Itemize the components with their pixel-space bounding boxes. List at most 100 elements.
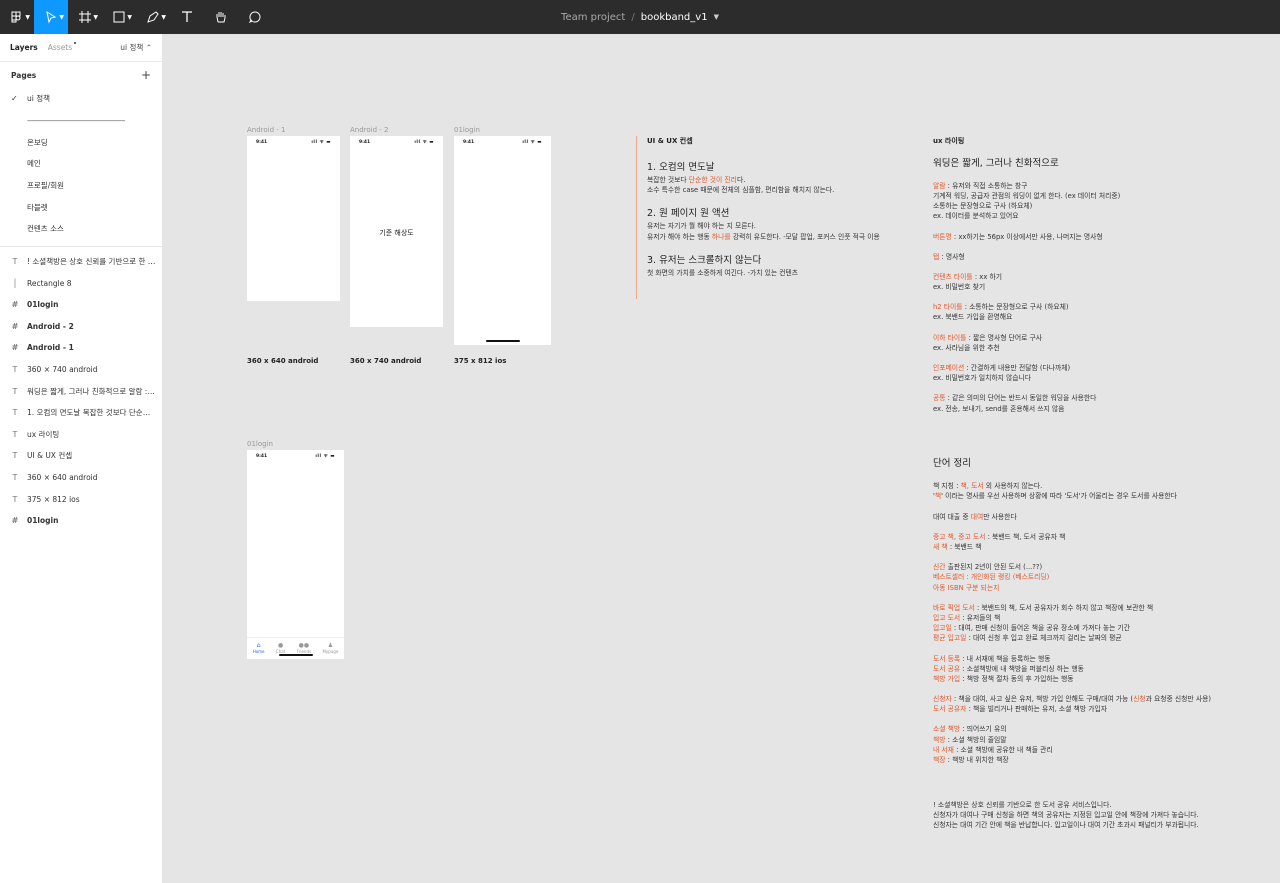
layer-item-label: ! 소셜책방은 상호 신뢰를 기반으로 한 도... — [27, 257, 157, 267]
glossary-line: 신간 출판된지 2년이 안된 도서 (...??) — [933, 562, 1273, 572]
glossary-title: 단어 정리 — [933, 458, 971, 469]
tab-mypage[interactable]: ♟ Mypage — [322, 642, 338, 654]
concept-title: UI & UX 컨셉 — [647, 137, 693, 145]
ux-button: 버튼명 : xx하기는 56px 이상에서만 사용, 나머지는 명사형 — [933, 232, 1253, 242]
layer-item[interactable]: │ Rectangle 8 — [0, 272, 162, 294]
page-item[interactable]: 컨텐츠 소스 — [0, 218, 162, 240]
frame-label-01login-2[interactable]: 01login — [247, 440, 273, 448]
status-icons: ıll ᯤ ▬ — [522, 140, 542, 145]
layer-item[interactable]: # Android - 1 — [0, 337, 162, 359]
status-icons: ıll ᯤ ▬ — [311, 140, 331, 145]
layer-item[interactable]: T 워딩은 짧게, 그러나 친화적으로 알람 : 유... — [0, 380, 162, 402]
frame-label-android-1[interactable]: Android - 1 — [247, 126, 286, 134]
frame-android-1[interactable]: 9:41 ıll ᯤ ▬ — [247, 136, 340, 301]
ux-title: ux 라이팅 — [933, 137, 965, 145]
page-item[interactable]: 온보딩 — [0, 131, 162, 153]
panel-tabs: Layers Assets ui 정책 ⌃ — [0, 34, 162, 62]
layer-item-label: 375 × 812 ios — [27, 494, 80, 504]
layer-item[interactable]: #01login — [0, 294, 162, 316]
glossary-line: 입고 도서 : 유저들의 책 — [933, 613, 1273, 623]
figma-logo-icon — [11, 11, 21, 23]
page-item[interactable]: ✓ ui 정책 — [0, 88, 162, 110]
shape-tool-button[interactable]: ▼ — [102, 0, 136, 34]
text-layer-icon: T — [12, 386, 18, 396]
layer-item[interactable]: T ! 소셜책방은 상호 신뢰를 기반으로 한 도... — [0, 251, 162, 273]
text-run: : 대여, 판매 신청이 들어온 책을 공유 장소에 가져다 놓는 기간 — [951, 624, 1131, 633]
glossary-line: 내 서재 : 소셜 책방에 공유한 내 책들 관리 — [933, 745, 1273, 755]
rectangle-tool-icon — [113, 11, 125, 23]
project-name[interactable]: Team project — [561, 12, 625, 23]
term: h2 타이틀 — [933, 303, 963, 312]
file-name[interactable]: bookband_v1 — [641, 12, 708, 23]
text-run: 출판된지 2년이 안된 도서 (...??) — [945, 563, 1043, 572]
frame-label-android-2[interactable]: Android - 2 — [350, 126, 389, 134]
frame-tool-button[interactable]: ▼ — [68, 0, 102, 34]
text-layer-icon: T — [12, 429, 18, 439]
layer-item-label: UI & UX 컨셉 — [27, 451, 73, 461]
service-note-text[interactable]: ! 소셜책방은 상호 신뢰를 기반으로 한 도서 공유 서비스입니다. 신청자가… — [933, 800, 1273, 831]
layer-item[interactable]: T UI & UX 컨셉 — [0, 445, 162, 467]
ui-ux-concept-text[interactable]: UI & UX 컨셉 1. 오컴의 면도날 복잡한 것보다 단순한 것이 진리다… — [647, 136, 907, 278]
ux-writing-text[interactable]: ux 라이팅 워딩은 짧게, 그러나 친화적으로 알람 : 유저와 직접 소통하… — [933, 136, 1253, 414]
comment-tool-icon — [248, 11, 261, 24]
layer-item[interactable]: # Android - 2 — [0, 316, 162, 338]
page-item[interactable]: 타블렛 — [0, 196, 162, 218]
highlight-text: 하나를 — [711, 232, 731, 241]
example: ex. 북밴드 가입을 환영해요 — [933, 313, 1013, 322]
term: 이하 타이틀 — [933, 333, 967, 342]
ux-common: 공통 : 같은 의미의 단어는 반드시 동일한 워딩을 사용한다 ex. 전송,… — [933, 393, 1253, 413]
term: 알람 — [933, 181, 946, 190]
layer-item[interactable]: #01login — [0, 510, 162, 532]
tab-home[interactable]: ⌂ Home — [253, 642, 265, 654]
page-selector[interactable]: ui 정책 ⌃ — [120, 42, 152, 53]
tab-mypage-label: Mypage — [322, 649, 339, 654]
highlight-text: 도서 등록 — [933, 654, 961, 663]
example: ex. 사라님을 위한 추천 — [933, 343, 1000, 352]
chevron-down-icon: ▼ — [59, 14, 64, 21]
note-line-3: 신청자는 대여 기간 안에 책을 반납합니다. 입고일이나 대여 기간 초과시 … — [933, 821, 1199, 830]
layer-item[interactable]: T 375 × 812 ios — [0, 488, 162, 510]
text-layer-icon: T — [12, 365, 18, 375]
highlight-text: 책방 가입 — [933, 674, 961, 683]
layer-item[interactable]: Tux 라이팅 — [0, 424, 162, 446]
hand-tool-button[interactable] — [204, 0, 238, 34]
text-layer-icon: T — [12, 473, 18, 483]
text-run: : 북밴드의 책, 도서 공유자가 회수 하지 않고 책장에 보관한 책 — [974, 603, 1154, 612]
comment-tool-button[interactable] — [238, 0, 272, 34]
glossary-text[interactable]: 단어 정리 책 지칭 : 책, 도서 외 사용하지 않는다. '책' 이라는 명… — [933, 457, 1273, 765]
page-item[interactable]: 프로필/회원 — [0, 175, 162, 197]
pen-tool-icon — [147, 11, 159, 23]
layer-item[interactable]: T 360 × 640 android — [0, 467, 162, 489]
pages-title: Pages — [11, 70, 37, 80]
line: 기계적 워딩, 공급자 관점의 워딩이 없게 한다. (ex 데이터 처리중) — [933, 191, 1121, 200]
pen-tool-button[interactable]: ▼ — [136, 0, 170, 34]
tab-assets[interactable]: Assets — [48, 42, 77, 52]
text-run: 복잡한 것보다 — [647, 175, 689, 184]
text-tool-button[interactable] — [170, 0, 204, 34]
frame-android-2[interactable]: 9:41 ıll ᯤ ▬ 기준 해상도 — [350, 136, 443, 327]
page-item-label: 컨텐츠 소스 — [27, 224, 64, 234]
layer-item[interactable]: T 1. 오컴의 면도날 복잡한 것보다 단순한 것... — [0, 402, 162, 424]
main-menu-button[interactable]: ▼ — [0, 0, 34, 34]
status-icons: ıll ᯤ ▬ — [315, 454, 335, 459]
text-run: : 소셜 책방의 줄임말 — [945, 735, 1007, 744]
move-tool-button[interactable]: ▼ — [34, 0, 68, 34]
unread-dot-icon — [74, 42, 77, 44]
frame-01login-2[interactable]: 9:41 ıll ᯤ ▬ ⌂ Home ● Chat ●● Friends ♟ Mypag… — [247, 450, 344, 659]
page-item[interactable]: ——————————————— — [0, 110, 162, 132]
add-page-icon[interactable]: + — [141, 68, 151, 82]
page-item[interactable]: 메인 — [0, 153, 162, 175]
text-run: : 유저들의 책 — [960, 613, 1001, 622]
tab-friends[interactable]: ●● Friends — [297, 642, 311, 654]
frame-01login[interactable]: 9:41 ıll ᯤ ▬ — [454, 136, 551, 345]
text-run: : 내 서재에 책을 등록하는 행동 — [960, 654, 1051, 663]
glossary-line: 베스트셀러 : 개인화된 랭킹 (베스트리딩) — [933, 573, 1050, 582]
frame-layer-icon: # — [11, 343, 19, 353]
frame-label-01login[interactable]: 01login — [454, 126, 480, 134]
definition: : xx하기는 56px 이상에서만 사용, 나머지는 명사형 — [951, 232, 1103, 241]
design-canvas[interactable]: Android - 1 9:41 ıll ᯤ ▬ 360 x 640 androi… — [163, 34, 1280, 883]
layer-item[interactable]: T 360 × 740 android — [0, 359, 162, 381]
tab-layers[interactable]: Layers — [10, 43, 38, 52]
highlight-text: 신청자 — [933, 695, 952, 704]
tab-chat[interactable]: ● Chat — [276, 642, 285, 654]
